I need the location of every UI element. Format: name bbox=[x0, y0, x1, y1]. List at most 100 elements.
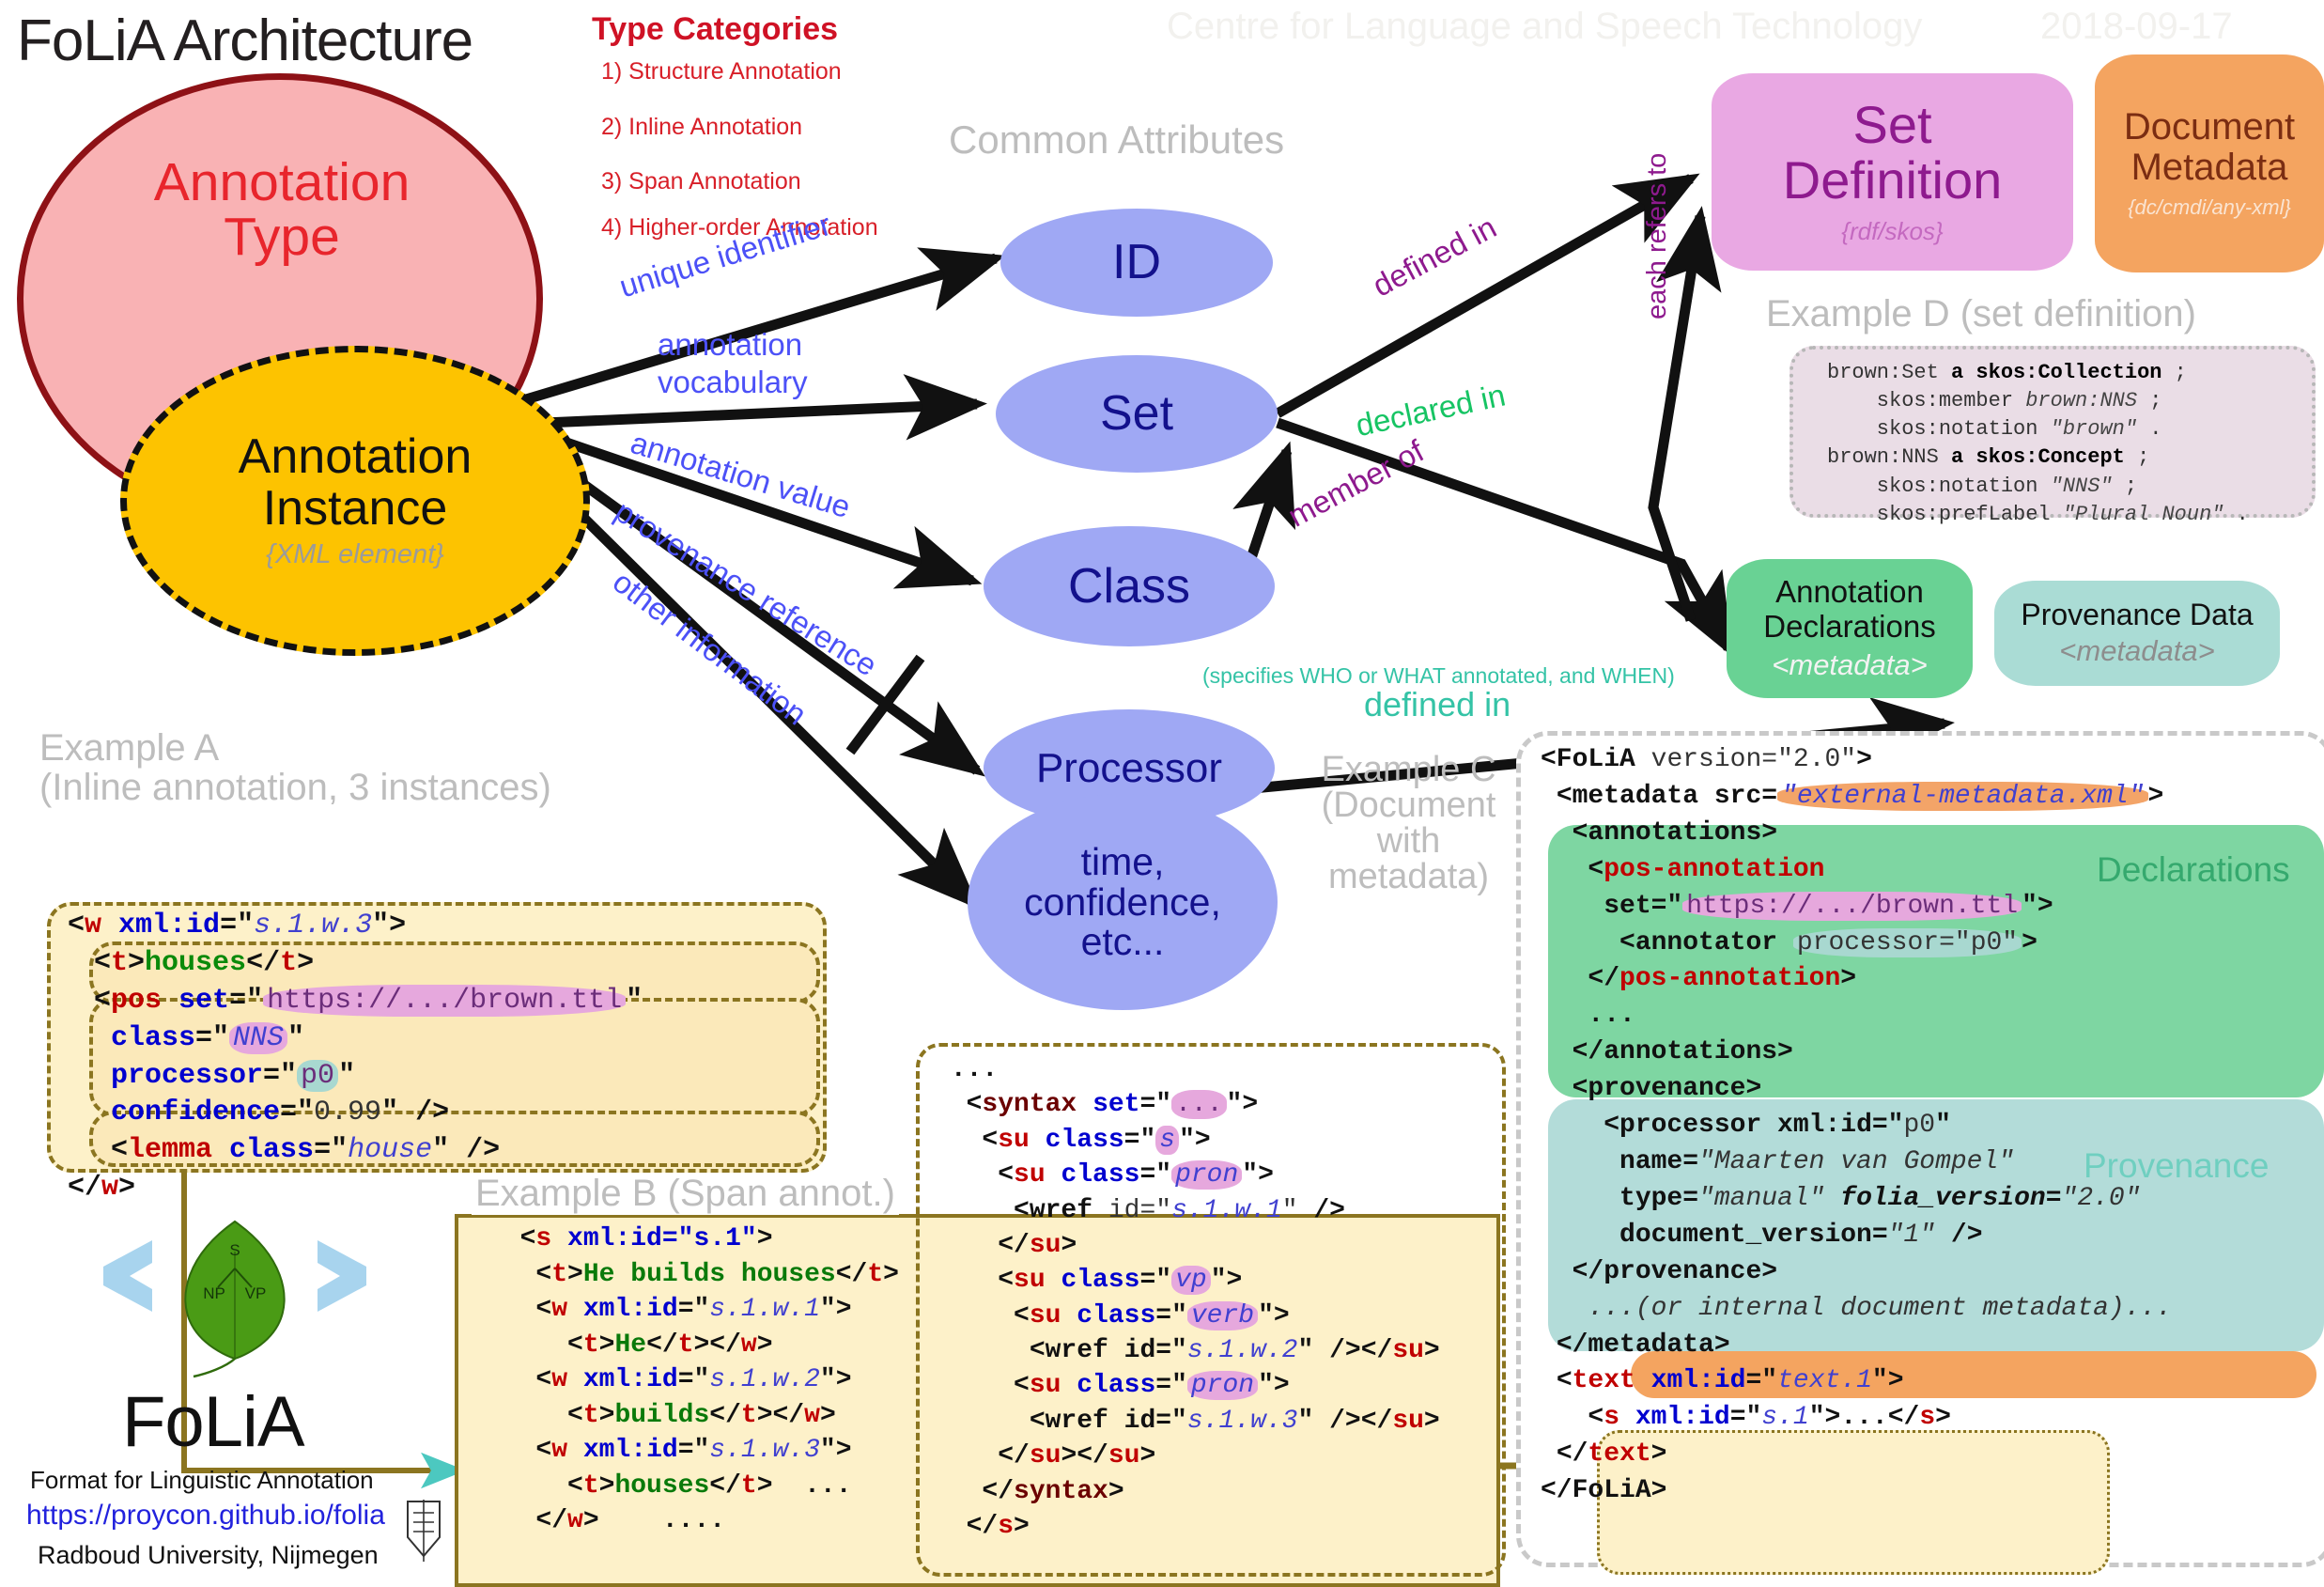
logo-affiliation: Radboud University, Nijmegen bbox=[38, 1541, 379, 1569]
document-metadata-box: Document Metadata {dc/cmdi/any-xml} bbox=[2095, 54, 2324, 272]
example-b-left-line-2: <w xml:id="s.1.w.1"> bbox=[535, 1295, 852, 1325]
example-b-right-line-8: <wref id="s.1.w.2" /></su> bbox=[1029, 1336, 1440, 1365]
example-c-line-10: <processor xml:id="p0" bbox=[1604, 1111, 1951, 1141]
example-a-caption: Example A (Inline annotation, 3 instance… bbox=[39, 728, 551, 808]
example-c-line-3: <pos-annotation bbox=[1588, 854, 1825, 884]
example-b-right-line-11: </su></su> bbox=[998, 1441, 1156, 1471]
logo-url[interactable]: https://proycon.github.io/folia bbox=[26, 1500, 385, 1532]
example-d-caption: Example D (set definition) bbox=[1766, 293, 2196, 335]
example-c-line-9: <provenance> bbox=[1572, 1074, 1762, 1104]
type-categories-heading: Type Categories bbox=[592, 11, 839, 47]
page-title: FoLiA Architecture bbox=[17, 8, 473, 73]
annotation-declarations-title-1: Annotation bbox=[1775, 574, 1924, 610]
document-metadata-title-2: Metadata bbox=[2130, 147, 2288, 188]
provenance-data-title: Provenance Data bbox=[2021, 598, 2254, 632]
example-b-right-line-5: </su> bbox=[998, 1230, 1077, 1260]
attribute-time-line3: etc... bbox=[1080, 920, 1165, 964]
example-c-line-0: <FoLiA version="2.0"> bbox=[1541, 745, 1872, 774]
example-d-line-1: skos:member brown:NNS ; bbox=[1827, 389, 2162, 413]
annotation-instance-line2: Instance bbox=[262, 480, 448, 536]
provenance-data-sublabel: <metadata> bbox=[2059, 633, 2215, 667]
example-b-left-line-1: <t>He builds houses</t> bbox=[535, 1259, 899, 1289]
example-c-line-6: </pos-annotation> bbox=[1588, 964, 1857, 994]
example-c-caption-3: with bbox=[1376, 821, 1441, 861]
example-b-caption: Example B (Span annot.) bbox=[472, 1173, 899, 1215]
provenance-data-box: Provenance Data <metadata> bbox=[1994, 581, 2280, 686]
type-category-2: 2) Inline Annotation bbox=[601, 114, 803, 140]
example-d-code: brown:Set a skos:Collection ; skos:membe… bbox=[1789, 346, 2316, 526]
example-d-line-0: brown:Set a skos:Collection ; bbox=[1827, 361, 2187, 384]
edge-label-annotation-vocabulary-2: vocabulary bbox=[658, 365, 808, 399]
example-b-right-line-2: <su class=" s "> bbox=[982, 1125, 1211, 1155]
example-c-line-17: <text xml:id="text.1"> bbox=[1556, 1366, 1904, 1396]
example-a-code: <w xml:id="s.1.w.3"> <t>houses</t> <pos … bbox=[68, 908, 838, 1207]
edge-label-annotation-vocabulary-1: annotation bbox=[658, 327, 803, 362]
common-attributes-heading: Common Attributes bbox=[949, 117, 1285, 162]
annotation-instance-ellipse: Annotation Instance {XML element} bbox=[120, 346, 590, 656]
example-c-line-1: <metadata src= "external-metadata.xml" > bbox=[1556, 781, 2164, 811]
set-definition-title-1: Set bbox=[1852, 94, 1932, 154]
edge-label-annotation-value: annotation value bbox=[627, 425, 855, 525]
logo-tagline: Format for Linguistic Annotation bbox=[30, 1466, 374, 1494]
attribute-set-label: Set bbox=[1099, 386, 1174, 442]
example-a-caption-2: (Inline annotation, 3 instances) bbox=[39, 767, 551, 809]
set-definition-sublabel: {rdf/skos} bbox=[1841, 217, 1944, 246]
example-b-left-line-4: <w xml:id="s.1.w.2"> bbox=[535, 1365, 852, 1395]
attribute-id: ID bbox=[1000, 209, 1273, 317]
example-b-right-line-0: ... bbox=[950, 1055, 999, 1084]
example-d-line-3: brown:NNS a skos:Concept ; bbox=[1827, 445, 2150, 470]
type-category-1: 1) Structure Annotation bbox=[601, 58, 842, 85]
annotation-type-label: Annotation Type bbox=[56, 155, 507, 264]
logo-name: FoLiA bbox=[122, 1382, 305, 1462]
example-c-line-18: <s xml:id="s.1">...</s> bbox=[1588, 1403, 1951, 1433]
annotation-declarations-title-2: Declarations bbox=[1763, 609, 1936, 644]
leaf-label-vp: VP bbox=[245, 1284, 267, 1302]
example-b-right-line-3: <su class=" pron "> bbox=[998, 1160, 1274, 1190]
example-c-line-5: <annotator processor="p0" > bbox=[1619, 927, 2037, 957]
example-c-line-12: type="manual" folia_version="2.0" bbox=[1619, 1183, 2141, 1213]
date-label: 2018-09-17 bbox=[2040, 6, 2233, 47]
example-b-left-code: <s xml:id="s.1"> <t>He builds houses</t>… bbox=[488, 1221, 899, 1539]
annotation-type-line2: Type bbox=[224, 207, 340, 268]
leaf-label-np: NP bbox=[203, 1284, 225, 1302]
type-category-3: 3) Span Annotation bbox=[601, 168, 801, 194]
institute-label: Centre for Language and Speech Technolog… bbox=[1167, 6, 1923, 47]
annotation-declarations-box: Annotation Declarations <metadata> bbox=[1727, 559, 1973, 698]
example-b-left-line-6: <w xml:id="s.1.w.3"> bbox=[535, 1436, 852, 1466]
example-d-line-4: skos:notation "NNS" ; bbox=[1827, 474, 2138, 498]
angle-bracket-left-icon bbox=[103, 1240, 152, 1312]
example-b-right-line-13: </s> bbox=[966, 1511, 1030, 1541]
attribute-time-line1: time, bbox=[1080, 840, 1165, 884]
edge-label-defined-in-prov: defined in bbox=[1364, 685, 1511, 723]
annotation-instance-sublabel: {XML element} bbox=[266, 539, 444, 570]
example-b-right-line-10: <wref id="s.1.w.3" /></su> bbox=[1029, 1406, 1440, 1436]
example-c-line-11: name="Maarten van Gompel" bbox=[1619, 1146, 2015, 1176]
example-d-line-5: skos:prefLabel "Plural Noun" . bbox=[1827, 502, 2249, 526]
example-a-line-4: processor=" p0 " bbox=[111, 1059, 356, 1092]
attribute-time-confidence: time, confidence, etc... bbox=[968, 794, 1278, 1010]
example-a-line-6: <lemma class="house" /> bbox=[111, 1134, 501, 1167]
example-a-caption-1: Example A bbox=[39, 727, 220, 769]
example-b-left-line-8: </w> .... bbox=[535, 1506, 726, 1536]
example-c-line-7: ... bbox=[1588, 1001, 1635, 1031]
example-c-code: <FoLiA version="2.0"> <metadata src= "ext… bbox=[1541, 742, 2172, 1510]
example-a-line-3: class=" NNS " bbox=[111, 1021, 305, 1054]
attribute-id-label: ID bbox=[1112, 235, 1161, 290]
edge-label-member-of: member of bbox=[1282, 432, 1430, 534]
attribute-class-label: Class bbox=[1067, 558, 1191, 614]
example-c-caption-4: metadata) bbox=[1327, 857, 1490, 896]
example-c-line-8: </annotations> bbox=[1572, 1037, 1793, 1067]
example-c-line-16: </metadata> bbox=[1556, 1330, 1730, 1360]
attribute-processor-label: Processor bbox=[1035, 744, 1223, 791]
example-d-line-2: skos:notation "brown" . bbox=[1827, 417, 2162, 442]
angle-bracket-right-icon bbox=[318, 1240, 366, 1312]
radboud-crest-icon bbox=[407, 1500, 441, 1562]
example-b-right-code: ... <syntax set="... "> <su class=" s "> <s… bbox=[935, 1052, 1440, 1544]
example-c-line-15: ...(or internal document metadata)... bbox=[1588, 1293, 2173, 1323]
example-a-line-2: <pos set=" https://.../brown.ttl " bbox=[94, 984, 643, 1017]
example-c-line-2: <annotations> bbox=[1572, 817, 1778, 848]
example-a-line-0: <w xml:id="s.1.w.3"> bbox=[68, 910, 407, 941]
example-c-caption-2: (Document bbox=[1321, 786, 1496, 825]
diagram-canvas: FoLiA Architecture Centre for Language a… bbox=[0, 0, 2324, 1587]
example-c-line-14: </provenance> bbox=[1572, 1256, 1778, 1286]
